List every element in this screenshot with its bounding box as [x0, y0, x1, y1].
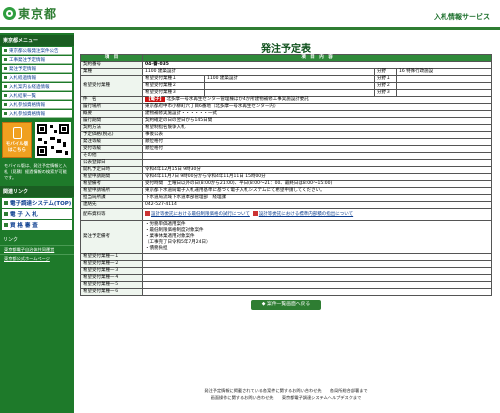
tokyo-emblem-icon	[3, 7, 16, 20]
site-title: 入札情報サービス	[434, 13, 490, 21]
sidebar-link-kyodo[interactable]: 東京都電子自治体共同運営	[0, 245, 74, 254]
table-row: 希望受付業種２ 分野２	[81, 82, 492, 90]
sidebar-item-annai-keika[interactable]: 入札案内＆経過情報	[2, 83, 72, 91]
sidebar-item-shikaku[interactable]: 入札参加資格情報	[2, 101, 72, 109]
table-row: 発注等級 順位格付	[80, 138, 492, 146]
bullet-icon	[4, 49, 7, 52]
bullet-icon	[4, 223, 8, 227]
sidebar-link-homepage[interactable]: 東京都公式ホームページ	[0, 254, 74, 263]
tokyo-logo[interactable]: 東京都	[3, 5, 57, 22]
pdf-icon	[145, 211, 150, 216]
sidebar-item-kekka[interactable]: 入札結果一覧	[2, 92, 72, 100]
table-row: 希望受付業種一６	[80, 288, 492, 296]
bullet-icon	[4, 112, 7, 115]
electronic-badge: 【電子】	[145, 97, 165, 102]
bullet-icon	[4, 85, 7, 88]
sidebar-section-title: 東京都メニュー	[0, 35, 74, 46]
table-row: 希望受付業種一４	[80, 274, 492, 282]
table-row: 件 名 【電子】 北多摩一号水再生センター管理棟ほか4か所建物補修工事実施設計委…	[80, 96, 492, 104]
table-row: 履行場所 東京都府中市小柳町六丁目6番地（北多摩一号水再生センター内）	[80, 103, 492, 111]
bullet-icon	[4, 201, 8, 205]
bullet-icon	[4, 76, 7, 79]
header: 東京都 入札情報サービス	[0, 0, 500, 30]
sidebar-item-shikaku-2[interactable]: 入札参加資格情報	[2, 110, 72, 118]
bullet-icon	[4, 67, 7, 70]
doc-link-2[interactable]: 設計等委託における標準内部積の指出について	[259, 212, 353, 217]
sidebar-item-koji-yotei[interactable]: 工事発注予定情報	[2, 56, 72, 64]
table-row: 希望申請期間 令和4年11月7日 9時00分から令和4年11月11日 15時00分	[80, 173, 492, 181]
sidebar-item-koho[interactable]: 東京都公報発注案件公告	[2, 47, 72, 55]
sidebar-section2-title: 関連リンク	[0, 186, 74, 197]
mobile-section: モバイル版 はこちら	[2, 122, 72, 158]
table-row: 開札予定日時 令和4年12月15日 9時30分	[80, 166, 492, 174]
page-title: 発注予定表	[261, 44, 311, 55]
sidebar-item-hatchu-yotei[interactable]: 発注予定情報	[2, 65, 72, 73]
project-name: 北多摩一号水再生センター管理棟ほか4か所建物補修工事実施設計委託	[166, 97, 309, 102]
table-row: 希望申請場所 東京都下水道局電子入札運用基準に基づく電子入札システムにて希望申請し…	[80, 187, 492, 195]
table-row: 希望受付業種一５	[80, 281, 492, 289]
table-row: 公表登録日	[80, 159, 492, 167]
table-header: 項 目 項 目 内 容	[80, 54, 492, 62]
bullet-icon	[4, 58, 7, 61]
sidebar-item-chotatsu-top[interactable]: 電子調達システム(TOP)	[2, 198, 72, 208]
table-row: 業種 1100 建築設計 分野 16 特殊行政施設	[80, 68, 492, 76]
bullet-icon	[4, 212, 8, 216]
logo-text: 東京都	[18, 7, 58, 21]
table-row: 履行期間 契約確定の日の翌日から145日間	[80, 117, 492, 125]
table-row: 概要 建物補修実施設計・・・・・・一式	[80, 110, 492, 118]
sidebar-item-denshi-nyusatsu[interactable]: 電 子 入 札	[2, 209, 72, 219]
table-row: 希望受付業種 希望受付業種１ 1100 建築設計 分野１	[80, 75, 492, 97]
table-row: 希望受付業種一３	[80, 267, 492, 275]
table-row: 契約番号 04-番-035	[80, 61, 492, 69]
bullet-icon	[4, 94, 7, 97]
bullet-icon	[4, 103, 7, 106]
table-row: 連絡先 042-527-4114	[80, 201, 492, 209]
table-row: 予定価格(税込) 事後公表	[80, 131, 492, 139]
table-row: 配布資料等 設計等委託における最低制限価格の試行について 設計等委託における標準…	[80, 208, 492, 221]
table-row: 受付等級 順位格付	[80, 145, 492, 153]
doc-link-1[interactable]: 設計等委託における最低制限価格の試行について	[151, 212, 250, 217]
table-row: 希望受付業種一１	[80, 253, 492, 261]
table-row: 希望受付業種３ 分野３	[81, 89, 492, 97]
table-row: 希望受付業種一２	[80, 260, 492, 268]
sidebar-item-nyusatsu-keika[interactable]: 入札経過情報	[2, 74, 72, 82]
table-row: その他	[80, 152, 492, 160]
sidebar-links-title: リンク	[3, 237, 19, 243]
sidebar: 東京都メニュー 東京都公報発注案件公告 工事発注予定情報 発注予定情報 入札経過…	[0, 33, 74, 413]
mobile-button[interactable]: モバイル版 はこちら	[2, 122, 32, 158]
table-row: 担当局所課 下水道局流域下水道本部管理部 経理課	[80, 194, 492, 202]
footer: 発注予定情報に掲載されている各案件に関するお問い合わせ先 各局所総合部署まで 画…	[204, 388, 368, 400]
back-to-list-button[interactable]: ◆ 案件一覧画面へ戻る	[251, 300, 321, 310]
info-table: 項 目 項 目 内 容 契約番号 04-番-035 業種 1100 建築設計 分…	[80, 54, 492, 296]
mobile-phone-icon	[12, 127, 22, 139]
qr-code-icon	[35, 122, 71, 158]
table-row: 発注予定備考 ・労務単価適用案件 ・最低制限価格制度対象案件 ・業事休業適用対象…	[80, 220, 492, 254]
pdf-icon	[252, 211, 258, 216]
main-content: 発注予定表 項 目 項 目 内 容 契約番号 04-番-035 業種 1100 …	[80, 33, 492, 310]
table-row: 希望備考 受付時間 土曜日以外の日(8:00から21:00)、平日(8:00～21…	[80, 180, 492, 188]
sidebar-item-shikaku-shinsa[interactable]: 資 格 審 査	[2, 220, 72, 230]
table-row: 契約方法 希望制指名競争入札	[80, 124, 492, 132]
mobile-note: モバイル版は、発注予定情報と入札（見積）経過情報の検索が可能です。	[4, 163, 67, 180]
